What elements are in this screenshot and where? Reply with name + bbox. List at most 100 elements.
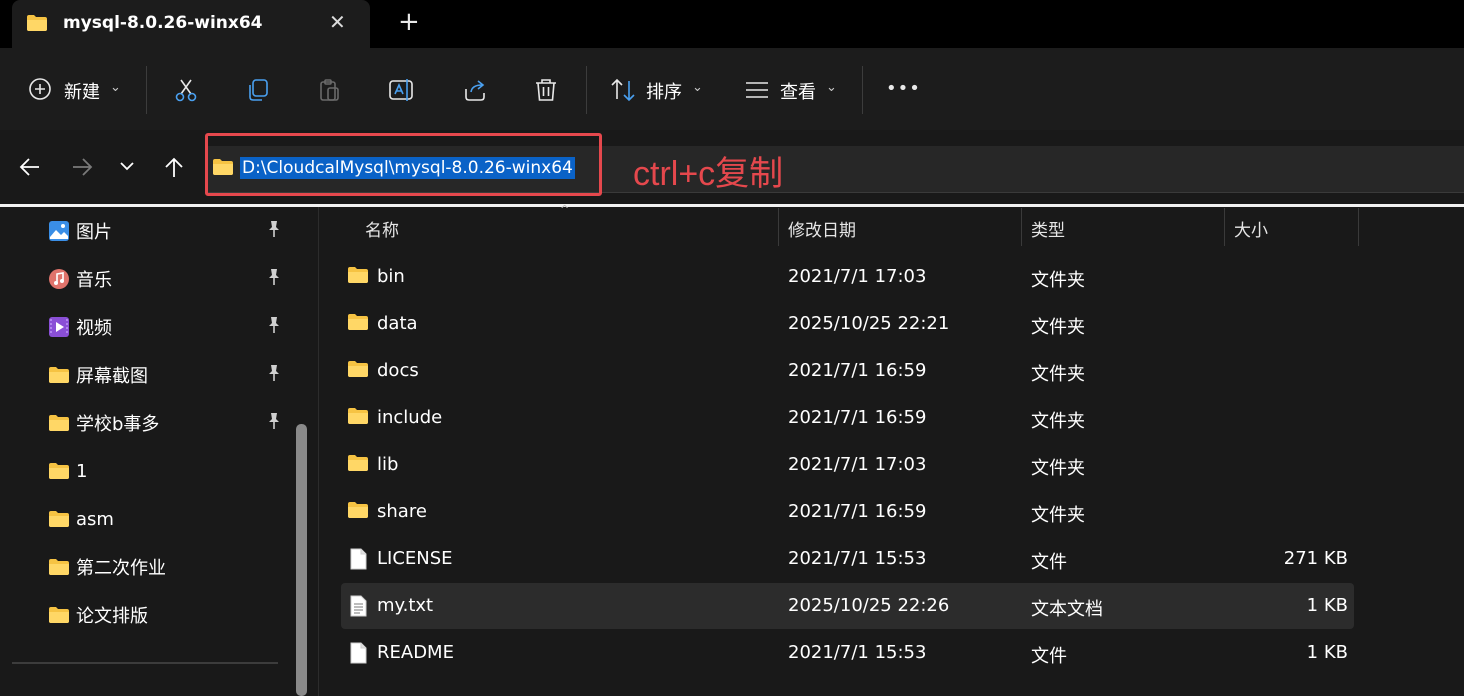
pictures-icon [48,220,70,242]
column-divider[interactable] [1224,208,1225,246]
toolbar-divider [586,66,587,114]
pin-icon[interactable] [266,364,282,386]
file-size: 1 KB [1306,642,1348,663]
column-divider[interactable] [1021,208,1022,246]
recent-locations-chevron-icon[interactable] [118,158,136,174]
paste-icon[interactable] [317,77,343,103]
new-button[interactable]: 新建 [64,78,100,104]
file-name: README [377,642,454,663]
view-icon[interactable] [744,80,770,100]
column-header-type[interactable]: 类型 [1031,216,1065,241]
delete-icon[interactable] [533,77,559,103]
file-type: 文件夹 [1031,411,1085,432]
toolbar-divider [862,66,863,114]
sidebar-item-label: 1 [76,460,88,482]
close-tab-icon[interactable]: ✕ [329,10,346,34]
folder-icon [347,454,369,476]
sidebar-item[interactable]: 学校b事多 [48,408,159,438]
folder-icon [347,501,369,523]
file-row[interactable]: bin 2021/7/1 17:03 文件夹 [341,254,1354,300]
sidebar-item[interactable]: 第二次作业 [48,552,166,582]
sidebar-item[interactable]: 论文排版 [48,600,148,630]
sort-up-indicator-icon: ^ [560,203,570,216]
file-row[interactable]: docs 2021/7/1 16:59 文件夹 [341,348,1354,394]
sort-button[interactable]: 排序 [646,78,682,104]
column-divider[interactable] [1358,208,1359,246]
column-divider[interactable] [778,208,779,246]
file-row[interactable]: LICENSE 2021/7/1 15:53 文件 271 KB [341,536,1354,582]
share-icon[interactable] [462,77,488,103]
file-name: my.txt [377,595,434,616]
sidebar-item[interactable]: 音乐 [48,264,112,294]
folder-icon [48,558,70,576]
file-type: 文件夹 [1031,270,1085,291]
file-date: 2025/10/25 22:26 [788,595,950,616]
new-plus-icon[interactable] [28,77,52,101]
sidebar-item[interactable]: asm [48,504,114,534]
folder-icon [347,313,369,335]
file-date: 2021/7/1 17:03 [788,454,927,475]
file-type: 文件 [1031,646,1067,667]
file-name: LICENSE [377,548,453,569]
file-name: data [377,313,418,334]
folder-icon [347,360,369,382]
file-size: 271 KB [1283,548,1348,569]
file-row[interactable]: README 2021/7/1 15:53 文件 1 KB [341,630,1354,676]
sidebar-divider [12,662,278,664]
pin-icon[interactable] [266,412,282,434]
new-tab-button[interactable]: + [398,7,420,37]
annotation-highlight-box [205,133,602,196]
sidebar-item-label: 学校b事多 [76,414,160,435]
file-size: 1 KB [1306,595,1348,616]
column-header-date[interactable]: 修改日期 [788,216,856,241]
pin-icon[interactable] [266,316,282,338]
rename-icon[interactable] [388,77,416,103]
file-name: lib [377,454,399,475]
sidebar-item[interactable]: 图片 [48,216,112,246]
sidebar-item-label: asm [76,508,114,530]
pin-icon[interactable] [266,220,282,242]
folder-icon [347,266,369,288]
file-row[interactable]: data 2025/10/25 22:21 文件夹 [341,301,1354,347]
file-date: 2021/7/1 16:59 [788,501,927,522]
file-row[interactable]: include 2021/7/1 16:59 文件夹 [341,395,1354,441]
toolbar-divider [146,66,147,114]
file-row[interactable]: share 2021/7/1 16:59 文件夹 [341,489,1354,535]
cut-icon[interactable] [173,77,199,103]
view-button[interactable]: 查看 [780,78,816,104]
forward-arrow-icon[interactable] [70,156,94,178]
file-type: 文件夹 [1031,317,1085,338]
sidebar-item-label: 第二次作业 [76,558,166,579]
chevron-down-icon[interactable]: ⌄ [692,80,703,95]
back-arrow-icon[interactable] [18,156,42,178]
sidebar-item-label: 图片 [76,222,112,243]
file-name: share [377,501,427,522]
sidebar-item-label: 论文排版 [76,606,148,627]
file-name: docs [377,360,419,381]
folder-icon [347,407,369,429]
up-arrow-icon[interactable] [162,155,186,179]
file-row[interactable]: my.txt 2025/10/25 22:26 文本文档 1 KB [341,583,1354,629]
sidebar-item[interactable]: 屏幕截图 [48,360,148,390]
sidebar-item[interactable]: 视频 [48,312,112,342]
more-options-button[interactable]: ••• [886,78,921,99]
column-header-name[interactable]: 名称 [365,216,399,241]
folder-icon [48,606,70,624]
folder-icon [48,462,70,480]
file-name: bin [377,266,405,287]
column-header-size[interactable]: 大小 [1234,216,1268,241]
chevron-down-icon[interactable]: ⌄ [826,80,837,95]
pane-divider[interactable] [318,207,319,696]
folder-icon [48,510,70,528]
sort-icon[interactable] [610,77,636,103]
copy-icon[interactable] [245,77,271,103]
file-row[interactable]: lib 2021/7/1 17:03 文件夹 [341,442,1354,488]
sidebar-item-label: 屏幕截图 [76,366,148,387]
sidebar-scrollbar[interactable] [296,424,307,696]
sidebar-item[interactable]: 1 [48,456,87,486]
file-icon [349,548,367,574]
pin-icon[interactable] [266,268,282,290]
file-type: 文本文档 [1031,599,1103,620]
chevron-down-icon[interactable]: ⌄ [110,80,121,95]
file-date: 2021/7/1 15:53 [788,548,927,569]
